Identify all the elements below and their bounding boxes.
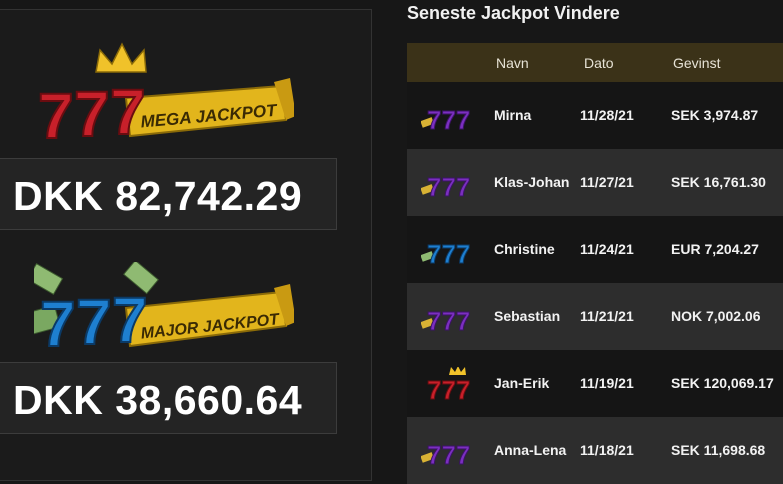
svg-text:777: 777	[427, 172, 470, 200]
winner-date: 11/28/21	[580, 107, 634, 123]
winner-date: 11/18/21	[580, 442, 634, 458]
winner-amount: NOK 7,002.06	[671, 308, 761, 324]
major-jackpot-amount: DKK 38,660.64	[13, 377, 303, 423]
winner-amount: SEK 120,069.17	[671, 375, 774, 391]
winner-amount: SEK 16,761.30	[671, 174, 766, 190]
column-header-name: Navn	[496, 55, 529, 71]
winner-name: Klas-Johan	[494, 174, 570, 190]
svg-text:7: 7	[38, 80, 74, 142]
winners-table: Navn Dato Gevinst 777 Mirna 11/28/21 SEK…	[407, 43, 783, 484]
column-header-date: Dato	[584, 55, 614, 71]
red-777-crown-icon: 777	[421, 367, 473, 401]
mega-jackpot-amount-box: DKK 82,742.29	[0, 158, 337, 230]
blue-777-icon: 777	[421, 233, 473, 267]
winner-name: Jan-Erik	[494, 375, 550, 391]
winner-amount: SEK 11,698.68	[671, 442, 766, 458]
table-row: 777 Christine 11/24/21 EUR 7,204.27	[407, 216, 783, 283]
major-jackpot-amount-box: DKK 38,660.64	[0, 362, 337, 434]
winner-date: 11/19/21	[580, 375, 634, 391]
svg-text:777: 777	[427, 440, 470, 468]
svg-text:7: 7	[112, 284, 148, 356]
purple-777-icon: 777	[421, 99, 473, 133]
svg-text:7: 7	[110, 76, 146, 142]
winner-amount: SEK 3,974.87	[671, 107, 759, 123]
winners-title: Seneste Jackpot Vindere	[407, 3, 620, 23]
winner-name: Anna-Lena	[494, 442, 567, 458]
winner-name: Sebastian	[494, 308, 561, 324]
winner-name: Mirna	[494, 107, 532, 123]
table-row: 777 Sebastian 11/21/21 NOK 7,002.06	[407, 283, 783, 350]
mega-jackpot-logo-icon: 7 7 7 MEGA JACKPOT	[34, 42, 294, 142]
purple-777-icon: 777	[421, 166, 473, 200]
winner-date: 11/24/21	[580, 241, 634, 257]
table-row: 777 Klas-Johan 11/27/21 SEK 16,761.30	[407, 149, 783, 216]
svg-text:777: 777	[427, 239, 470, 267]
mega-jackpot-amount: DKK 82,742.29	[13, 173, 303, 219]
svg-text:777: 777	[427, 306, 470, 334]
svg-text:7: 7	[74, 78, 110, 142]
winner-name: Christine	[494, 241, 555, 257]
purple-777-icon: 777	[421, 300, 473, 334]
svg-text:777: 777	[427, 105, 470, 133]
table-header: Navn Dato Gevinst	[407, 43, 783, 82]
winner-date: 11/21/21	[580, 308, 634, 324]
svg-text:777: 777	[427, 375, 470, 401]
column-header-win: Gevinst	[673, 55, 721, 71]
winner-date: 11/27/21	[580, 174, 634, 190]
major-jackpot-logo-icon: 7 7 7 MAJOR JACKPOT	[34, 262, 294, 362]
svg-text:7: 7	[40, 288, 76, 360]
table-row: 777 Jan-Erik 11/19/21 SEK 120,069.17	[407, 350, 783, 417]
svg-text:7: 7	[76, 286, 112, 358]
purple-777-icon: 777	[421, 434, 473, 468]
table-row: 777 Mirna 11/28/21 SEK 3,974.87	[407, 82, 783, 149]
winner-amount: EUR 7,204.27	[671, 241, 759, 257]
